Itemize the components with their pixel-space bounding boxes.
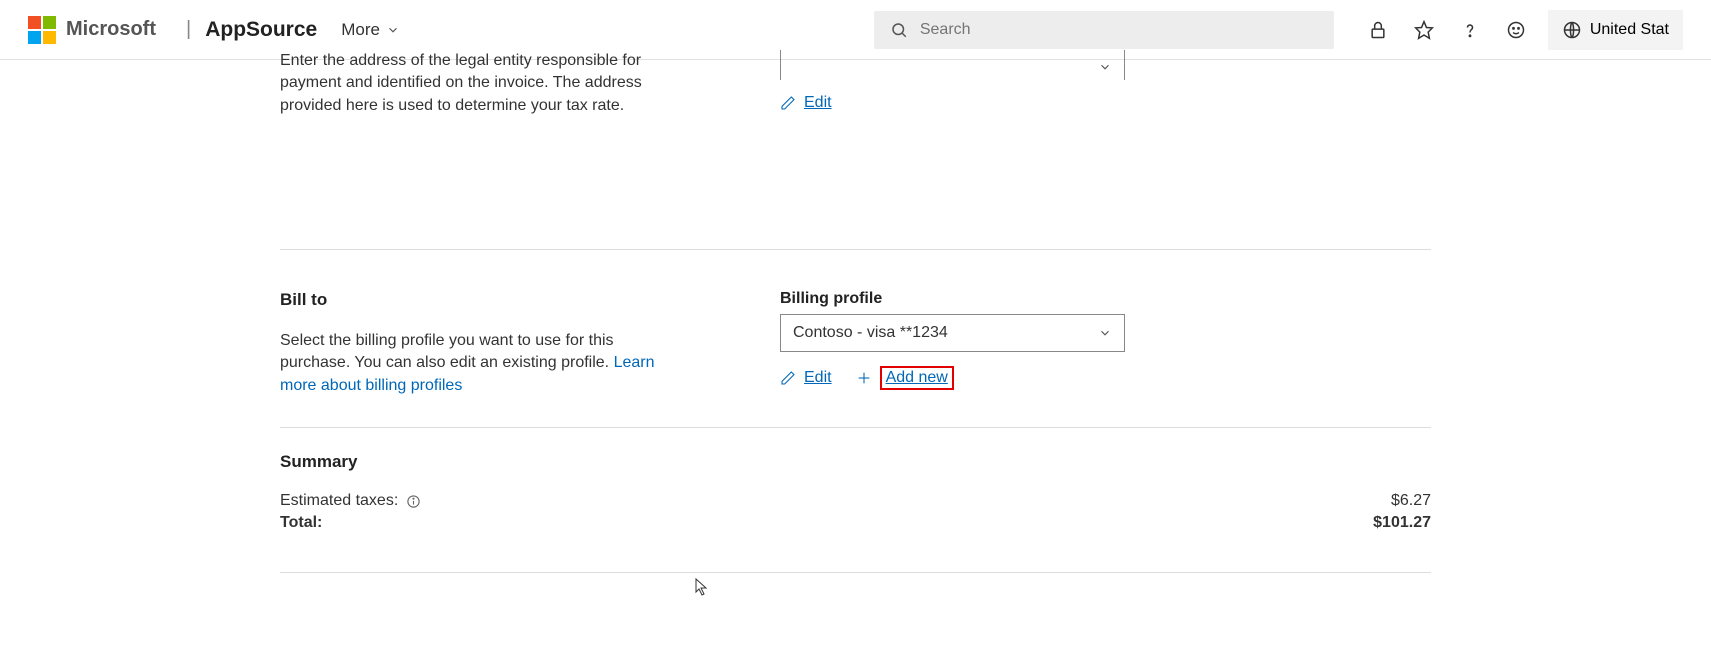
tax-value: $6.27 bbox=[1391, 492, 1431, 510]
sold-to-desc: Enter the address of the legal entity re… bbox=[280, 50, 660, 117]
search-box[interactable] bbox=[874, 11, 1334, 49]
total-row: Total: $101.27 bbox=[280, 514, 1431, 532]
edit-label: Edit bbox=[804, 369, 832, 387]
sold-to-section: Enter the address of the legal entity re… bbox=[280, 50, 1431, 250]
bill-to-title: Bill to bbox=[280, 290, 660, 310]
header-actions bbox=[1366, 18, 1528, 42]
brand-name: Microsoft bbox=[66, 18, 156, 41]
chevron-down-icon bbox=[1098, 326, 1112, 340]
bill-to-section: Bill to Select the billing profile you w… bbox=[280, 260, 1431, 428]
region-label: United Stat bbox=[1590, 21, 1669, 39]
add-new-label: Add new bbox=[880, 366, 954, 390]
app-name[interactable]: AppSource bbox=[205, 18, 317, 42]
tax-label: Estimated taxes: bbox=[280, 492, 398, 510]
lock-icon[interactable] bbox=[1366, 18, 1390, 42]
star-icon[interactable] bbox=[1412, 18, 1436, 42]
pencil-icon bbox=[780, 95, 796, 111]
checkout-content: Enter the address of the legal entity re… bbox=[0, 60, 1711, 573]
bill-to-desc: Select the billing profile you want to u… bbox=[280, 330, 660, 397]
total-label: Total: bbox=[280, 514, 322, 532]
summary-title: Summary bbox=[280, 452, 1431, 472]
info-icon[interactable] bbox=[406, 494, 421, 509]
sold-to-select[interactable] bbox=[780, 50, 1125, 80]
brand-divider: | bbox=[186, 18, 191, 41]
more-menu[interactable]: More bbox=[341, 20, 400, 40]
region-selector[interactable]: United Stat bbox=[1548, 10, 1683, 50]
billing-edit-link[interactable]: Edit bbox=[780, 369, 832, 387]
more-label: More bbox=[341, 20, 380, 40]
ms-logo-icon bbox=[28, 16, 56, 44]
feedback-icon[interactable] bbox=[1504, 18, 1528, 42]
search-icon bbox=[890, 21, 908, 39]
total-value: $101.27 bbox=[1373, 514, 1431, 532]
help-icon[interactable] bbox=[1458, 18, 1482, 42]
plus-icon bbox=[856, 370, 872, 386]
billing-add-new-link[interactable]: Add new bbox=[856, 366, 954, 390]
billing-profile-value: Contoso - visa **1234 bbox=[793, 324, 948, 342]
globe-icon bbox=[1562, 20, 1582, 40]
chevron-down-icon bbox=[1098, 60, 1112, 74]
cursor-icon bbox=[695, 578, 709, 601]
tax-row: Estimated taxes: $6.27 bbox=[280, 492, 1431, 510]
sold-to-edit-link[interactable]: Edit bbox=[780, 94, 832, 112]
search-input[interactable] bbox=[920, 21, 1318, 39]
pencil-icon bbox=[780, 370, 796, 386]
edit-label: Edit bbox=[804, 94, 832, 112]
billing-profile-label: Billing profile bbox=[780, 290, 1431, 308]
summary-section: Summary Estimated taxes: $6.27 Total: $1… bbox=[280, 428, 1431, 573]
billing-profile-select[interactable]: Contoso - visa **1234 bbox=[780, 314, 1125, 352]
microsoft-logo[interactable]: Microsoft bbox=[28, 16, 156, 44]
chevron-down-icon bbox=[386, 23, 400, 37]
